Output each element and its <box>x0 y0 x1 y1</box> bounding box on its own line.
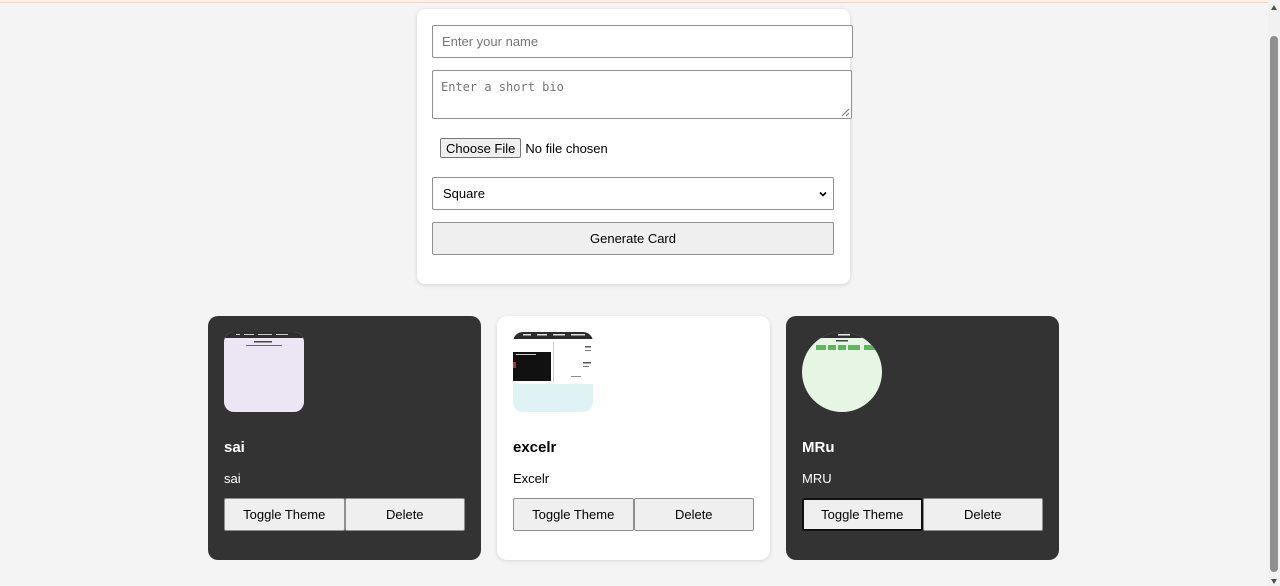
toggle-theme-button[interactable]: Toggle Theme <box>224 498 345 531</box>
generate-card-button[interactable]: Generate Card <box>432 222 834 255</box>
file-upload: Choose File No file chosen <box>440 138 608 158</box>
resize-grip-icon[interactable] <box>841 108 850 117</box>
delete-button[interactable]: Delete <box>922 498 1043 531</box>
card-name: sai <box>224 439 245 456</box>
choose-file-button[interactable]: Choose File <box>440 138 522 158</box>
card-name: excelr <box>513 439 557 456</box>
scroll-down-icon[interactable] <box>1270 577 1278 585</box>
delete-button[interactable]: Delete <box>344 498 465 531</box>
scrollbar-thumb[interactable] <box>1270 36 1278 572</box>
profile-card: MRu MRU Toggle Theme Delete <box>786 316 1059 560</box>
profile-image <box>224 332 304 412</box>
profile-card: sai sai Toggle Theme Delete <box>208 316 481 560</box>
toggle-theme-button[interactable]: Toggle Theme <box>802 498 923 531</box>
shape-select[interactable]: Square <box>432 177 834 210</box>
toggle-theme-button[interactable]: Toggle Theme <box>513 498 634 531</box>
vertical-scrollbar[interactable] <box>1268 0 1280 586</box>
name-input[interactable] <box>432 25 853 58</box>
browser-top-border <box>0 0 1268 3</box>
card-actions: Toggle Theme Delete <box>513 498 754 531</box>
card-bio: Excelr <box>513 471 550 486</box>
card-bio: MRU <box>802 471 832 486</box>
profile-image <box>513 332 593 412</box>
card-actions: Toggle Theme Delete <box>224 498 465 531</box>
profile-image <box>802 332 882 412</box>
card-bio: sai <box>224 471 241 486</box>
delete-button[interactable]: Delete <box>633 498 754 531</box>
bio-textarea[interactable] <box>432 70 852 119</box>
chevron-down-icon <box>819 191 827 197</box>
profile-card: excelr Excelr Toggle Theme Delete <box>497 316 770 560</box>
scroll-up-icon[interactable] <box>1270 4 1278 12</box>
shape-select-value: Square <box>443 186 485 201</box>
card-generator-form: Choose File No file chosen Square Genera… <box>417 9 853 284</box>
card-name: MRu <box>802 439 835 456</box>
file-status-text: No file chosen <box>525 140 608 156</box>
card-actions: Toggle Theme Delete <box>802 498 1043 531</box>
